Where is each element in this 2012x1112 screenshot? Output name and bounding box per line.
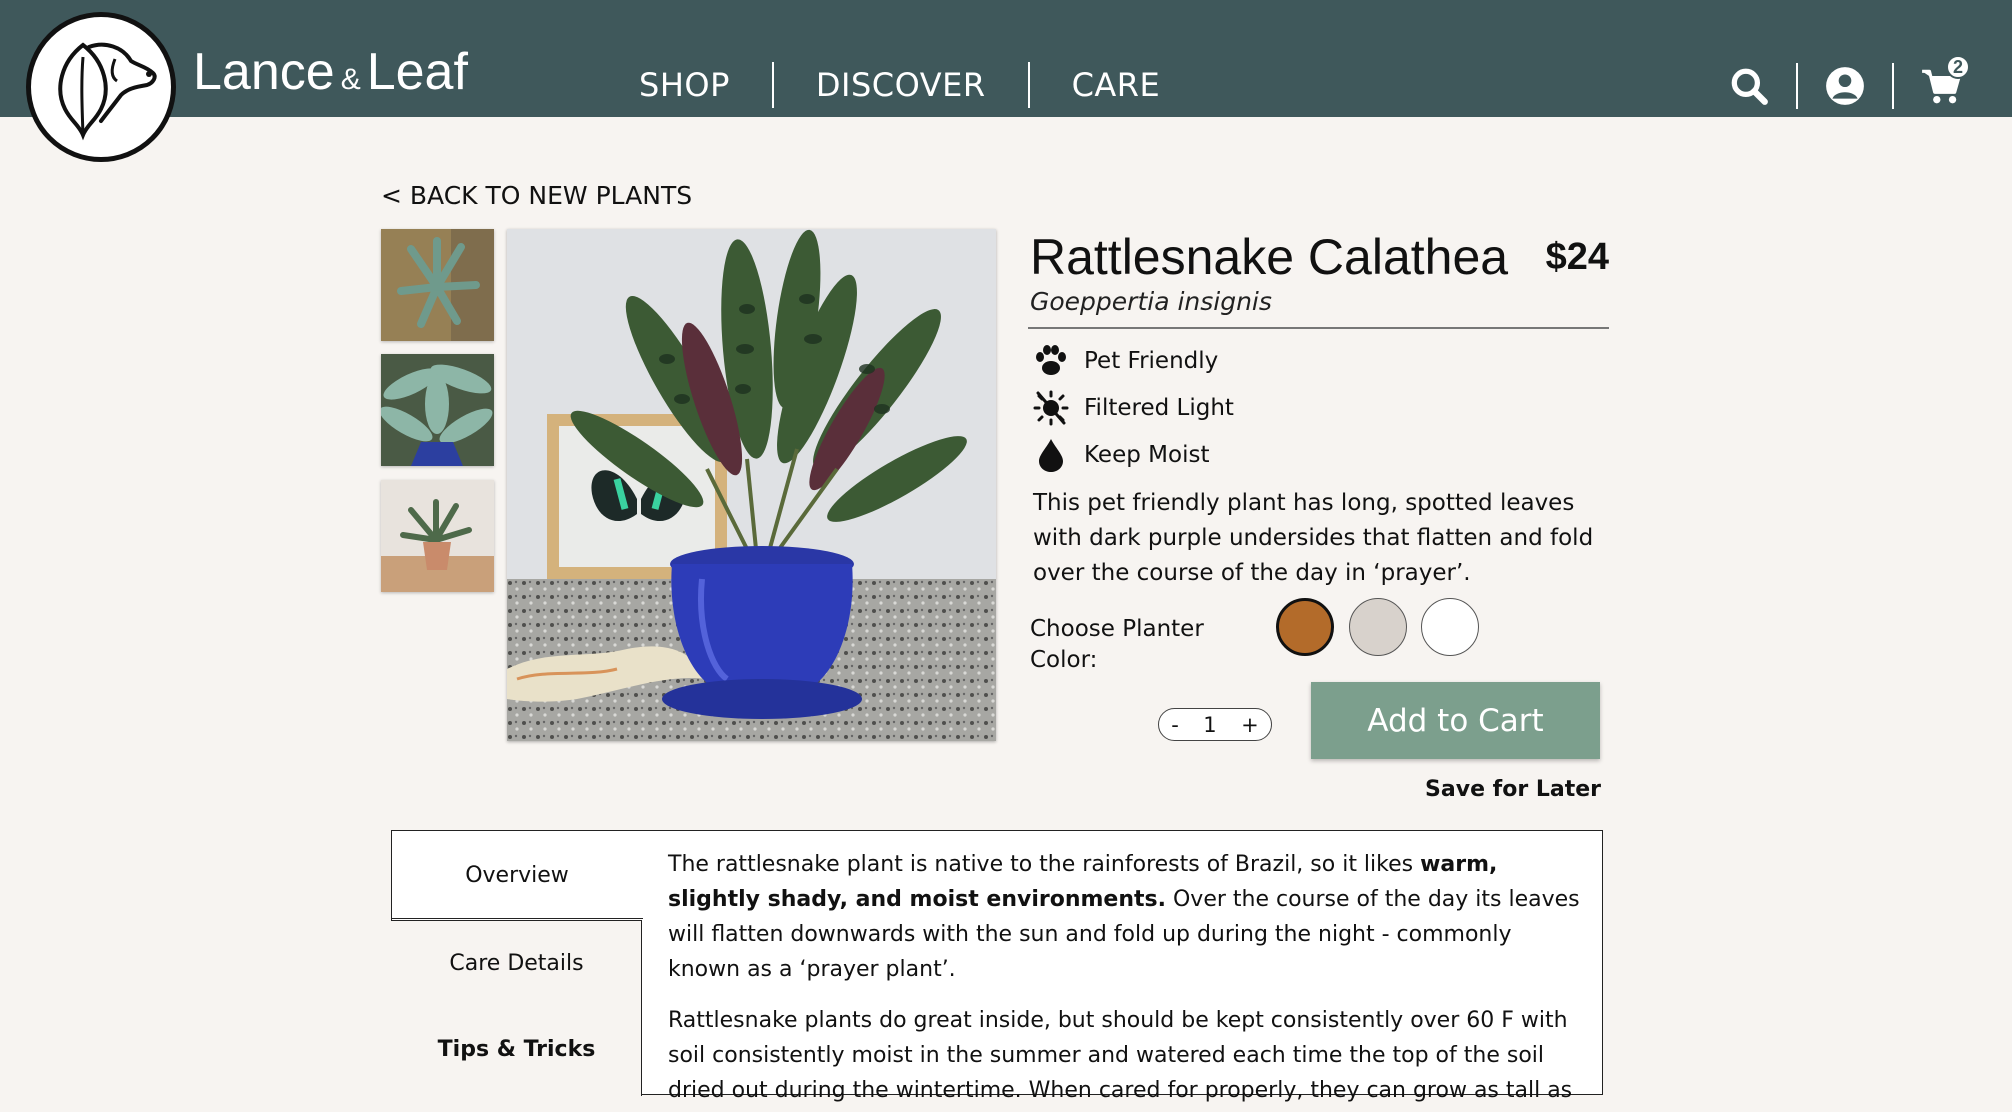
plant-thumbnail-image <box>381 229 494 341</box>
feature-keep-moist: Keep Moist <box>1030 435 1209 475</box>
tab-content-panel: The rattlesnake plant is native to the r… <box>640 830 1603 1103</box>
product-latin-name: Goeppertia insignis <box>1030 287 1272 316</box>
feature-filtered-light: Filtered Light <box>1030 388 1234 428</box>
overview-paragraph-1: The rattlesnake plant is native to the r… <box>668 847 1588 987</box>
product-title-divider <box>1028 327 1609 329</box>
tab-overview[interactable]: Overview <box>391 830 642 921</box>
save-for-later-link[interactable]: Save for Later <box>1425 777 1601 802</box>
quantity-stepper: - 1 + <box>1158 708 1272 741</box>
cart-count-badge: 2 <box>1946 55 1970 79</box>
search-icon <box>1731 68 1768 105</box>
account-icon <box>1826 67 1864 105</box>
brand-ampersand: & <box>340 63 361 96</box>
quantity-decrease-button[interactable]: - <box>1171 713 1179 737</box>
feature-label: Filtered Light <box>1084 395 1234 421</box>
account-button[interactable] <box>1822 63 1868 109</box>
actions-divider <box>1892 63 1894 109</box>
product-thumbnail-3[interactable] <box>381 480 494 592</box>
tab-tips-and-tricks[interactable]: Tips & Tricks <box>391 1037 642 1062</box>
water-drop-icon <box>1030 435 1072 475</box>
plant-thumbnail-image <box>381 480 494 592</box>
planter-color-label: Choose Planter Color: <box>1030 616 1204 673</box>
paw-icon <box>1030 341 1072 381</box>
feature-label: Keep Moist <box>1084 442 1210 468</box>
product-thumbnail-2[interactable] <box>381 354 494 466</box>
actions-divider <box>1796 63 1798 109</box>
tab-divider <box>391 918 643 919</box>
main-nav: SHOP DISCOVER CARE <box>615 60 1202 110</box>
nav-shop[interactable]: SHOP <box>615 66 772 104</box>
filtered-sun-icon <box>1030 388 1072 428</box>
search-button[interactable] <box>1726 63 1772 109</box>
planter-color-stone[interactable] <box>1349 598 1407 656</box>
brand-logo[interactable] <box>26 12 176 162</box>
rattlesnake-calathea-photo <box>507 229 996 741</box>
product-description: This pet friendly plant has long, spotte… <box>1033 490 1594 586</box>
cart-button[interactable]: 2 <box>1918 55 1970 109</box>
add-to-cart-button[interactable]: Add to Cart <box>1311 682 1600 759</box>
product-thumbnail-1[interactable] <box>381 229 494 341</box>
nav-care[interactable]: CARE <box>1030 66 1203 104</box>
product-name: Rattlesnake Calathea <box>1030 229 1509 285</box>
overview-text: The rattlesnake plant is native to the r… <box>668 847 1588 1112</box>
overview-paragraph-2: Rattlesnake plants do great inside, but … <box>668 1008 1573 1103</box>
brand-name-right: Leaf <box>366 43 468 101</box>
product-main-photo[interactable] <box>507 229 996 741</box>
plant-thumbnail-image <box>381 354 494 466</box>
nav-discover[interactable]: DISCOVER <box>774 66 1028 104</box>
quantity-increase-button[interactable]: + <box>1241 713 1259 737</box>
planter-color-terracotta[interactable] <box>1276 598 1334 656</box>
quantity-value[interactable]: 1 <box>1203 713 1216 737</box>
back-to-new-plants-link[interactable]: < BACK TO NEW PLANTS <box>381 181 692 210</box>
product-price: $24 <box>1545 236 1609 278</box>
feature-label: Pet Friendly <box>1084 348 1219 374</box>
header-actions: 2 <box>1726 55 1970 112</box>
brand-name[interactable]: Lance & Leaf <box>193 42 468 102</box>
brand-name-left: Lance <box>193 43 335 101</box>
tab-care-details[interactable]: Care Details <box>391 951 642 976</box>
planter-color-white[interactable] <box>1421 598 1479 656</box>
overview-text-run: The rattlesnake plant is native to the r… <box>668 852 1421 877</box>
dog-leaf-logo-icon <box>58 42 157 141</box>
feature-pet-friendly: Pet Friendly <box>1030 341 1218 381</box>
